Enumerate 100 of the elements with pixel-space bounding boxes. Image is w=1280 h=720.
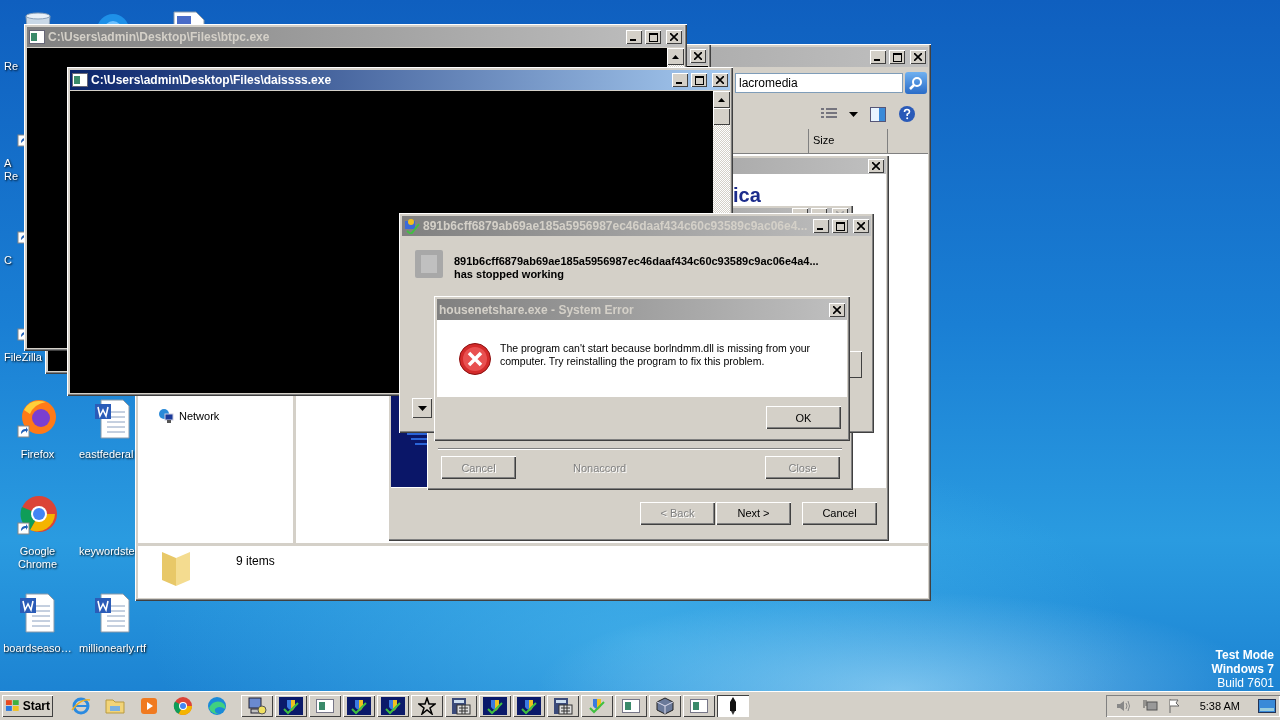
- maximize-icon: [835, 221, 845, 231]
- desktop-icon-label[interactable]: boardseaso…: [3, 642, 72, 655]
- console-icon: [29, 30, 45, 44]
- ok-button[interactable]: OK: [766, 406, 841, 429]
- view-list-icon[interactable]: [821, 107, 837, 121]
- minimize-button[interactable]: [626, 30, 642, 44]
- desktop-icon-label[interactable]: Re: [4, 60, 19, 73]
- show-desktop-icon[interactable]: [1258, 699, 1276, 713]
- maximize-icon: [694, 75, 704, 85]
- windows-flag-icon: [5, 699, 21, 713]
- quick-launch-button[interactable]: [139, 696, 159, 716]
- desktop-icon-label[interactable]: C: [4, 254, 12, 267]
- taskbar-button[interactable]: [275, 695, 307, 717]
- taskbar-button[interactable]: [513, 695, 545, 717]
- crash-message: 891b6cff6879ab69ae185a5956987ec46daaf434c60c93589c9ac06e4a4...: [454, 255, 819, 268]
- taskbar-button[interactable]: [343, 695, 375, 717]
- minimize-button[interactable]: [870, 50, 886, 64]
- nav-item[interactable]: Network: [158, 407, 220, 425]
- details-toggle-button[interactable]: [412, 398, 432, 418]
- taskbar-button[interactable]: [547, 695, 579, 717]
- chrome-icon: [173, 696, 193, 716]
- start-button[interactable]: Start: [2, 695, 53, 717]
- maximize-icon: [892, 52, 902, 62]
- desktop-icon-label[interactable]: eastfederal: [79, 448, 134, 461]
- desktop-icon-label[interactable]: A Re: [4, 157, 19, 183]
- down-arrow-icon: [849, 111, 858, 117]
- shield-icon: [483, 697, 507, 715]
- desktop-icon-label[interactable]: keywordste: [79, 545, 135, 558]
- app-icon: [404, 218, 420, 234]
- status-text: 9 items: [236, 554, 275, 568]
- minimize-button[interactable]: [813, 219, 829, 233]
- clock[interactable]: 5:38 AM: [1199, 700, 1240, 712]
- shield-icon: [587, 697, 607, 715]
- search-icon: [909, 76, 923, 90]
- os-notice: Test Mode: [1215, 648, 1274, 662]
- close-button[interactable]: [829, 302, 845, 317]
- wizard-button[interactable]: Next >: [716, 501, 791, 525]
- scroll-up-button[interactable]: [713, 91, 730, 108]
- taskbar-button[interactable]: [241, 695, 273, 717]
- close-button[interactable]: [868, 159, 884, 173]
- taskbar-button[interactable]: [717, 695, 749, 717]
- shield-icon: [381, 697, 405, 715]
- desktop-icon-label[interactable]: Google Chrome: [17, 545, 58, 571]
- help-icon[interactable]: [898, 105, 916, 123]
- error-message: The program can't start because borlndmm.dll is missing from your computer. Try reinstalling the program to fix this problem.: [500, 342, 812, 369]
- close-button[interactable]: [666, 30, 682, 44]
- taskbar-button[interactable]: [649, 695, 681, 717]
- taskbar-button[interactable]: [411, 695, 443, 717]
- taskbar-button[interactable]: [377, 695, 409, 717]
- column-header[interactable]: Size: [808, 129, 888, 153]
- application-icon: [413, 248, 445, 280]
- calculator-icon: [553, 697, 573, 715]
- close-button[interactable]: [690, 49, 706, 63]
- taskbar-button[interactable]: [445, 695, 477, 717]
- desktop-icon-label[interactable]: FileZilla: [4, 351, 42, 364]
- quick-launch-button[interactable]: [173, 696, 193, 716]
- chrome-icon: [15, 493, 60, 537]
- minimize-button[interactable]: [672, 73, 688, 87]
- scroll-up-button[interactable]: [667, 48, 684, 65]
- pen-icon: [728, 696, 738, 716]
- shield-icon: [279, 697, 303, 715]
- window-icon: [316, 699, 334, 713]
- taskbar-button[interactable]: [479, 695, 511, 717]
- network-icon[interactable]: [1141, 698, 1158, 714]
- taskbar-button[interactable]: [581, 695, 613, 717]
- maximize-button[interactable]: [889, 50, 905, 64]
- maximize-icon: [648, 32, 658, 42]
- maximize-button[interactable]: [832, 219, 848, 233]
- error-icon: [458, 342, 492, 376]
- window-title: C:\Users\admin\Desktop\Files\daissss.exe: [91, 73, 333, 87]
- play-icon: [140, 697, 158, 715]
- taskbar-button[interactable]: [309, 695, 341, 717]
- close-button[interactable]: [853, 219, 869, 233]
- search-button[interactable]: [905, 72, 927, 94]
- network-icon: [158, 408, 174, 424]
- search-field[interactable]: lacromedia: [735, 73, 903, 93]
- shield-icon: [347, 697, 371, 715]
- folder-icon: [105, 697, 125, 715]
- desktop-icon-label[interactable]: Firefox: [20, 448, 55, 461]
- up-arrow-icon: [718, 97, 725, 102]
- desktop-icon-label[interactable]: millionearly.rtf: [79, 642, 146, 655]
- preview-pane-icon[interactable]: [870, 106, 886, 122]
- console-icon: [72, 73, 88, 87]
- taskbar-button[interactable]: [615, 695, 647, 717]
- maximize-button[interactable]: [645, 30, 661, 44]
- up-arrow-icon: [672, 54, 679, 59]
- close-button[interactable]: [712, 73, 728, 87]
- box-icon: [655, 697, 675, 715]
- window-icon: [690, 699, 708, 713]
- installer-heading: ica: [733, 186, 761, 204]
- taskbar-button[interactable]: [683, 695, 715, 717]
- maximize-button[interactable]: [691, 73, 707, 87]
- flag-icon[interactable]: [1167, 698, 1182, 714]
- wizard-button[interactable]: Cancel: [802, 501, 877, 525]
- close-button[interactable]: [910, 50, 926, 64]
- scroll-thumb[interactable]: [713, 108, 730, 125]
- window-title: C:\Users\admin\Desktop\Files\btpc.exe: [48, 30, 271, 44]
- shield-icon: [517, 697, 541, 715]
- down-arrow-icon: [417, 405, 427, 411]
- star-icon: [418, 697, 436, 715]
